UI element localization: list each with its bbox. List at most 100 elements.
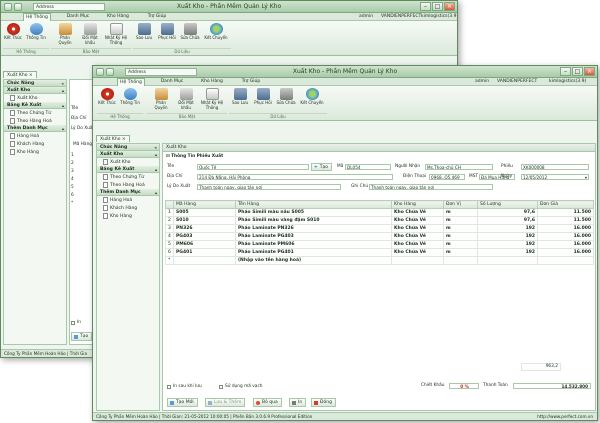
- sidebar-item-xuat-kho[interactable]: Xuất Kho: [4, 94, 66, 102]
- sidebar-item-theo-chung-tu[interactable]: Theo Chứng Từ: [97, 173, 159, 181]
- sidebar-section-xuat-kho[interactable]: Xuất Kho ▴: [4, 87, 66, 94]
- transfer-button[interactable]: Kết Chuyển: [202, 23, 230, 41]
- price-cell[interactable]: [537, 256, 594, 265]
- sidebar-item-theo-chung-tu[interactable]: Theo Chứng Từ: [4, 109, 66, 117]
- back-add-button[interactable]: Tạo: [71, 332, 93, 341]
- change-password-button[interactable]: Đổi Mật khẩu: [175, 88, 197, 110]
- collapse-icon[interactable]: ▴: [62, 125, 64, 132]
- sidebar-item-theo-hang-hoa[interactable]: Theo Hàng Hoá: [97, 181, 159, 189]
- warehouse-cell[interactable]: Kho Chứa Vé: [391, 232, 444, 241]
- unit-cell[interactable]: m: [443, 232, 478, 241]
- collapse-icon[interactable]: ▴: [155, 189, 157, 196]
- maximize-icon[interactable]: □: [572, 67, 583, 76]
- quantity-cell[interactable]: [477, 256, 538, 265]
- permission-button[interactable]: Phân Quyền: [149, 88, 173, 110]
- close-button[interactable]: Đóng: [311, 398, 336, 407]
- exit-button[interactable]: Kết Thúc: [97, 88, 117, 106]
- info-button[interactable]: Thông Tin: [25, 23, 47, 41]
- column-header[interactable]: Số Lượng: [477, 200, 538, 209]
- system-log-button[interactable]: Nhật Ký Hệ Thống: [103, 23, 129, 45]
- item-name-cell[interactable]: Pháo Laminate PN326: [235, 224, 392, 233]
- transfer-button[interactable]: Kết Chuyển: [298, 88, 326, 106]
- item-code-cell[interactable]: PM606: [173, 240, 236, 249]
- tab-kho-hang[interactable]: Kho Hàng: [197, 78, 227, 86]
- discount-field[interactable]: 0 %: [449, 383, 479, 389]
- repair-button[interactable]: Sửa Chữa: [275, 88, 297, 106]
- warehouse-cell[interactable]: Kho Chứa Vé: [391, 208, 444, 217]
- close-icon[interactable]: ×: [584, 67, 595, 76]
- sidebar-section-xuat-kho[interactable]: Xuất Kho ▴: [97, 151, 159, 158]
- minimize-icon[interactable]: –: [560, 67, 571, 76]
- repair-button[interactable]: Sửa Chữa: [179, 23, 201, 41]
- barcode-checkbox[interactable]: Sử dụng mã vạch: [219, 384, 263, 389]
- note-field[interactable]: Thanh toán ngay, giao tận nơi: [369, 184, 493, 190]
- receiver-field[interactable]: Ms.Thoa-chủ CH: [425, 164, 493, 170]
- system-log-button[interactable]: Nhật Ký Hệ Thống: [199, 88, 225, 110]
- add-customer-button[interactable]: + Tạo: [311, 163, 333, 171]
- warehouse-cell[interactable]: [391, 256, 444, 265]
- date-field[interactable]: 12/05/2012 ▾: [521, 174, 589, 180]
- sidebar-item-hang-hoa[interactable]: Hàng Hoá: [4, 132, 66, 140]
- table-row[interactable]: * (Nhập vào tên hàng hoá): [165, 256, 594, 265]
- print-after-save-checkbox[interactable]: In sau khi lưu: [167, 384, 202, 389]
- item-code-cell[interactable]: S005: [173, 208, 236, 217]
- total-field[interactable]: 14.532.800: [513, 383, 591, 389]
- chevron-icon[interactable]: «: [154, 144, 157, 151]
- sidebar-item-xuat-kho[interactable]: Xuất Kho: [97, 158, 159, 166]
- customer-name-field[interactable]: Quốc Tế: [197, 164, 309, 170]
- restore-button[interactable]: Phục Hồi: [156, 23, 178, 41]
- item-name-cell[interactable]: Pháo Simili màu nâu S005: [235, 208, 392, 217]
- table-row[interactable]: 6 PG401 Pháo Laminate PG401 Kho Chứa Vé …: [165, 248, 594, 257]
- sidebar-item-theo-hang-hoa[interactable]: Theo Hàng Hoá: [4, 117, 66, 125]
- unit-cell[interactable]: m: [443, 240, 478, 249]
- backup-button[interactable]: Sao Lưu: [133, 23, 155, 41]
- unit-cell[interactable]: [443, 256, 478, 265]
- collapse-icon[interactable]: ▴: [155, 151, 157, 158]
- sidebar-item-hang-hoa[interactable]: Hàng Hoá: [97, 196, 159, 204]
- price-cell[interactable]: 16.000: [537, 232, 594, 241]
- item-code-cell[interactable]: PG401: [173, 248, 236, 257]
- unit-cell[interactable]: m: [443, 208, 478, 217]
- save-and-add-button[interactable]: Lưu & Thêm: [205, 398, 246, 407]
- column-header[interactable]: Mã Hàng: [173, 200, 236, 209]
- unit-cell[interactable]: m: [443, 248, 478, 257]
- collapse-icon[interactable]: ▴: [62, 102, 64, 109]
- table-row[interactable]: 2 S010 Pháo Simili màu vàng đậm S010 Kho…: [165, 216, 594, 225]
- back-print-checkbox[interactable]: In: [71, 320, 81, 325]
- table-row[interactable]: 5 PM606 Pháo Laminate PM606 Kho Chứa Vé …: [165, 240, 594, 249]
- permission-button[interactable]: Phân Quyền: [53, 23, 77, 45]
- warehouse-cell[interactable]: Kho Chứa Vé: [391, 248, 444, 257]
- reason-field[interactable]: Thanh toán ngay, giao tận nơi: [197, 184, 341, 190]
- quantity-cell[interactable]: 97,6: [477, 208, 538, 217]
- chevron-icon[interactable]: «: [61, 80, 64, 87]
- tab-he-thong[interactable]: Hệ Thống: [23, 13, 51, 21]
- status-website[interactable]: http://www.perfect.com.vn: [537, 413, 593, 420]
- sidebar-item-kho-hang[interactable]: Kho Hàng: [97, 212, 159, 220]
- document-tab[interactable]: Xuất Kho ×: [3, 71, 37, 78]
- address-field[interactable]: 214 Đà Nẵng, Hải Phòng: [197, 174, 393, 180]
- sidebar-section-them-danh-muc[interactable]: Thêm Danh Mục ▴: [4, 125, 66, 132]
- quantity-cell[interactable]: 192: [477, 224, 538, 233]
- column-header[interactable]: Đơn Giá: [537, 200, 594, 209]
- item-name-cell[interactable]: Pháo Laminate PG401: [235, 248, 392, 257]
- price-cell[interactable]: 11.500: [537, 216, 594, 225]
- price-cell[interactable]: 16.000: [537, 240, 594, 249]
- new-button[interactable]: Tạo Mới: [167, 398, 198, 407]
- item-code-cell[interactable]: PG403: [173, 232, 236, 241]
- voucher-number-field[interactable]: XK000008: [521, 164, 589, 170]
- backup-button[interactable]: Sao Lưu: [229, 88, 251, 106]
- price-cell[interactable]: 16.000: [537, 248, 594, 257]
- exit-button[interactable]: Kết Thúc: [3, 23, 23, 41]
- table-row[interactable]: 3 PN326 Pháo Laminate PN326 Kho Chứa Vé …: [165, 224, 594, 233]
- tab-tro-giup[interactable]: Trợ Giúp: [143, 13, 171, 21]
- item-code-cell[interactable]: PN326: [173, 224, 236, 233]
- maximize-icon[interactable]: □: [432, 2, 443, 11]
- table-row[interactable]: 4 PG403 Pháo Laminate PG403 Kho Chứa Vé …: [165, 232, 594, 241]
- quantity-cell[interactable]: 192: [477, 232, 538, 241]
- tab-danh-muc[interactable]: Danh Mục: [63, 13, 93, 21]
- column-header[interactable]: Tên Hàng: [235, 200, 392, 209]
- tab-he-thong[interactable]: Hệ Thống: [117, 78, 145, 86]
- sidebar-section-bang-ke[interactable]: Bảng Kê Xuất ▴: [4, 102, 66, 109]
- warehouse-cell[interactable]: Kho Chứa Vé: [391, 224, 444, 233]
- restore-button[interactable]: Phục Hồi: [252, 88, 274, 106]
